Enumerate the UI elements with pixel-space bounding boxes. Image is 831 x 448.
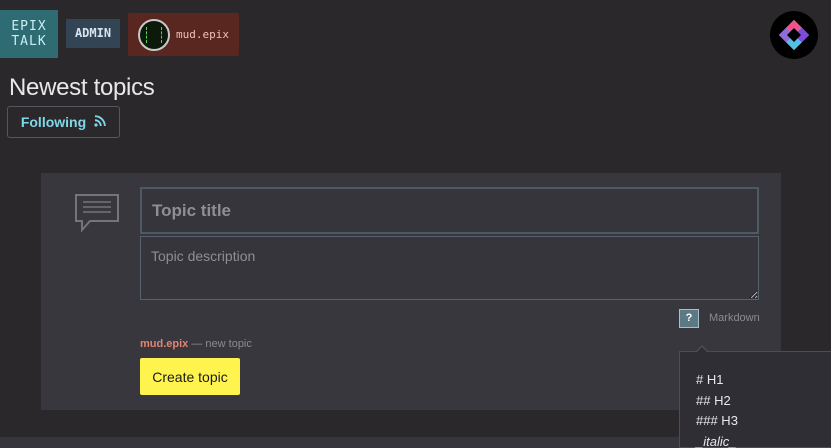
brand-line-2: TALK (11, 34, 47, 49)
author-line: mud.epix — new topic (140, 338, 252, 350)
brand-line-1: EPIX (11, 19, 47, 34)
author-name[interactable]: mud.epix (140, 338, 188, 350)
md-help-italic: _italic_ (696, 433, 737, 448)
username-label: mud.epix (176, 28, 229, 41)
create-topic-button[interactable]: Create topic (140, 358, 240, 395)
following-label: Following (20, 114, 87, 130)
rss-icon (94, 114, 106, 130)
following-button[interactable]: Following (7, 106, 120, 138)
page-title: Newest topics (9, 74, 155, 101)
markdown-help-popup: # H1 ## H2 ### H3 _italic_ (679, 345, 831, 448)
user-menu-button[interactable]: mud.epix (128, 13, 239, 56)
speech-bubble-icon (74, 193, 120, 238)
md-help-h3: ### H3 (696, 413, 738, 428)
md-help-h1: # H1 (696, 372, 724, 387)
admin-button[interactable]: ADMIN (66, 19, 120, 48)
md-help-h2: ## H2 (696, 392, 731, 408)
new-topic-composer: ? Markdown mud.epix — new topic Create t… (41, 173, 781, 410)
topic-description-input[interactable] (140, 236, 759, 300)
author-suffix: — new topic (188, 338, 252, 350)
markdown-help-button[interactable]: ? (679, 309, 699, 328)
brand-logo-link[interactable]: EPIX TALK (0, 10, 58, 58)
markdown-label: Markdown (709, 312, 760, 324)
avatar (138, 18, 170, 51)
epix-logo-icon[interactable] (770, 11, 818, 59)
topic-title-input[interactable] (140, 187, 759, 234)
